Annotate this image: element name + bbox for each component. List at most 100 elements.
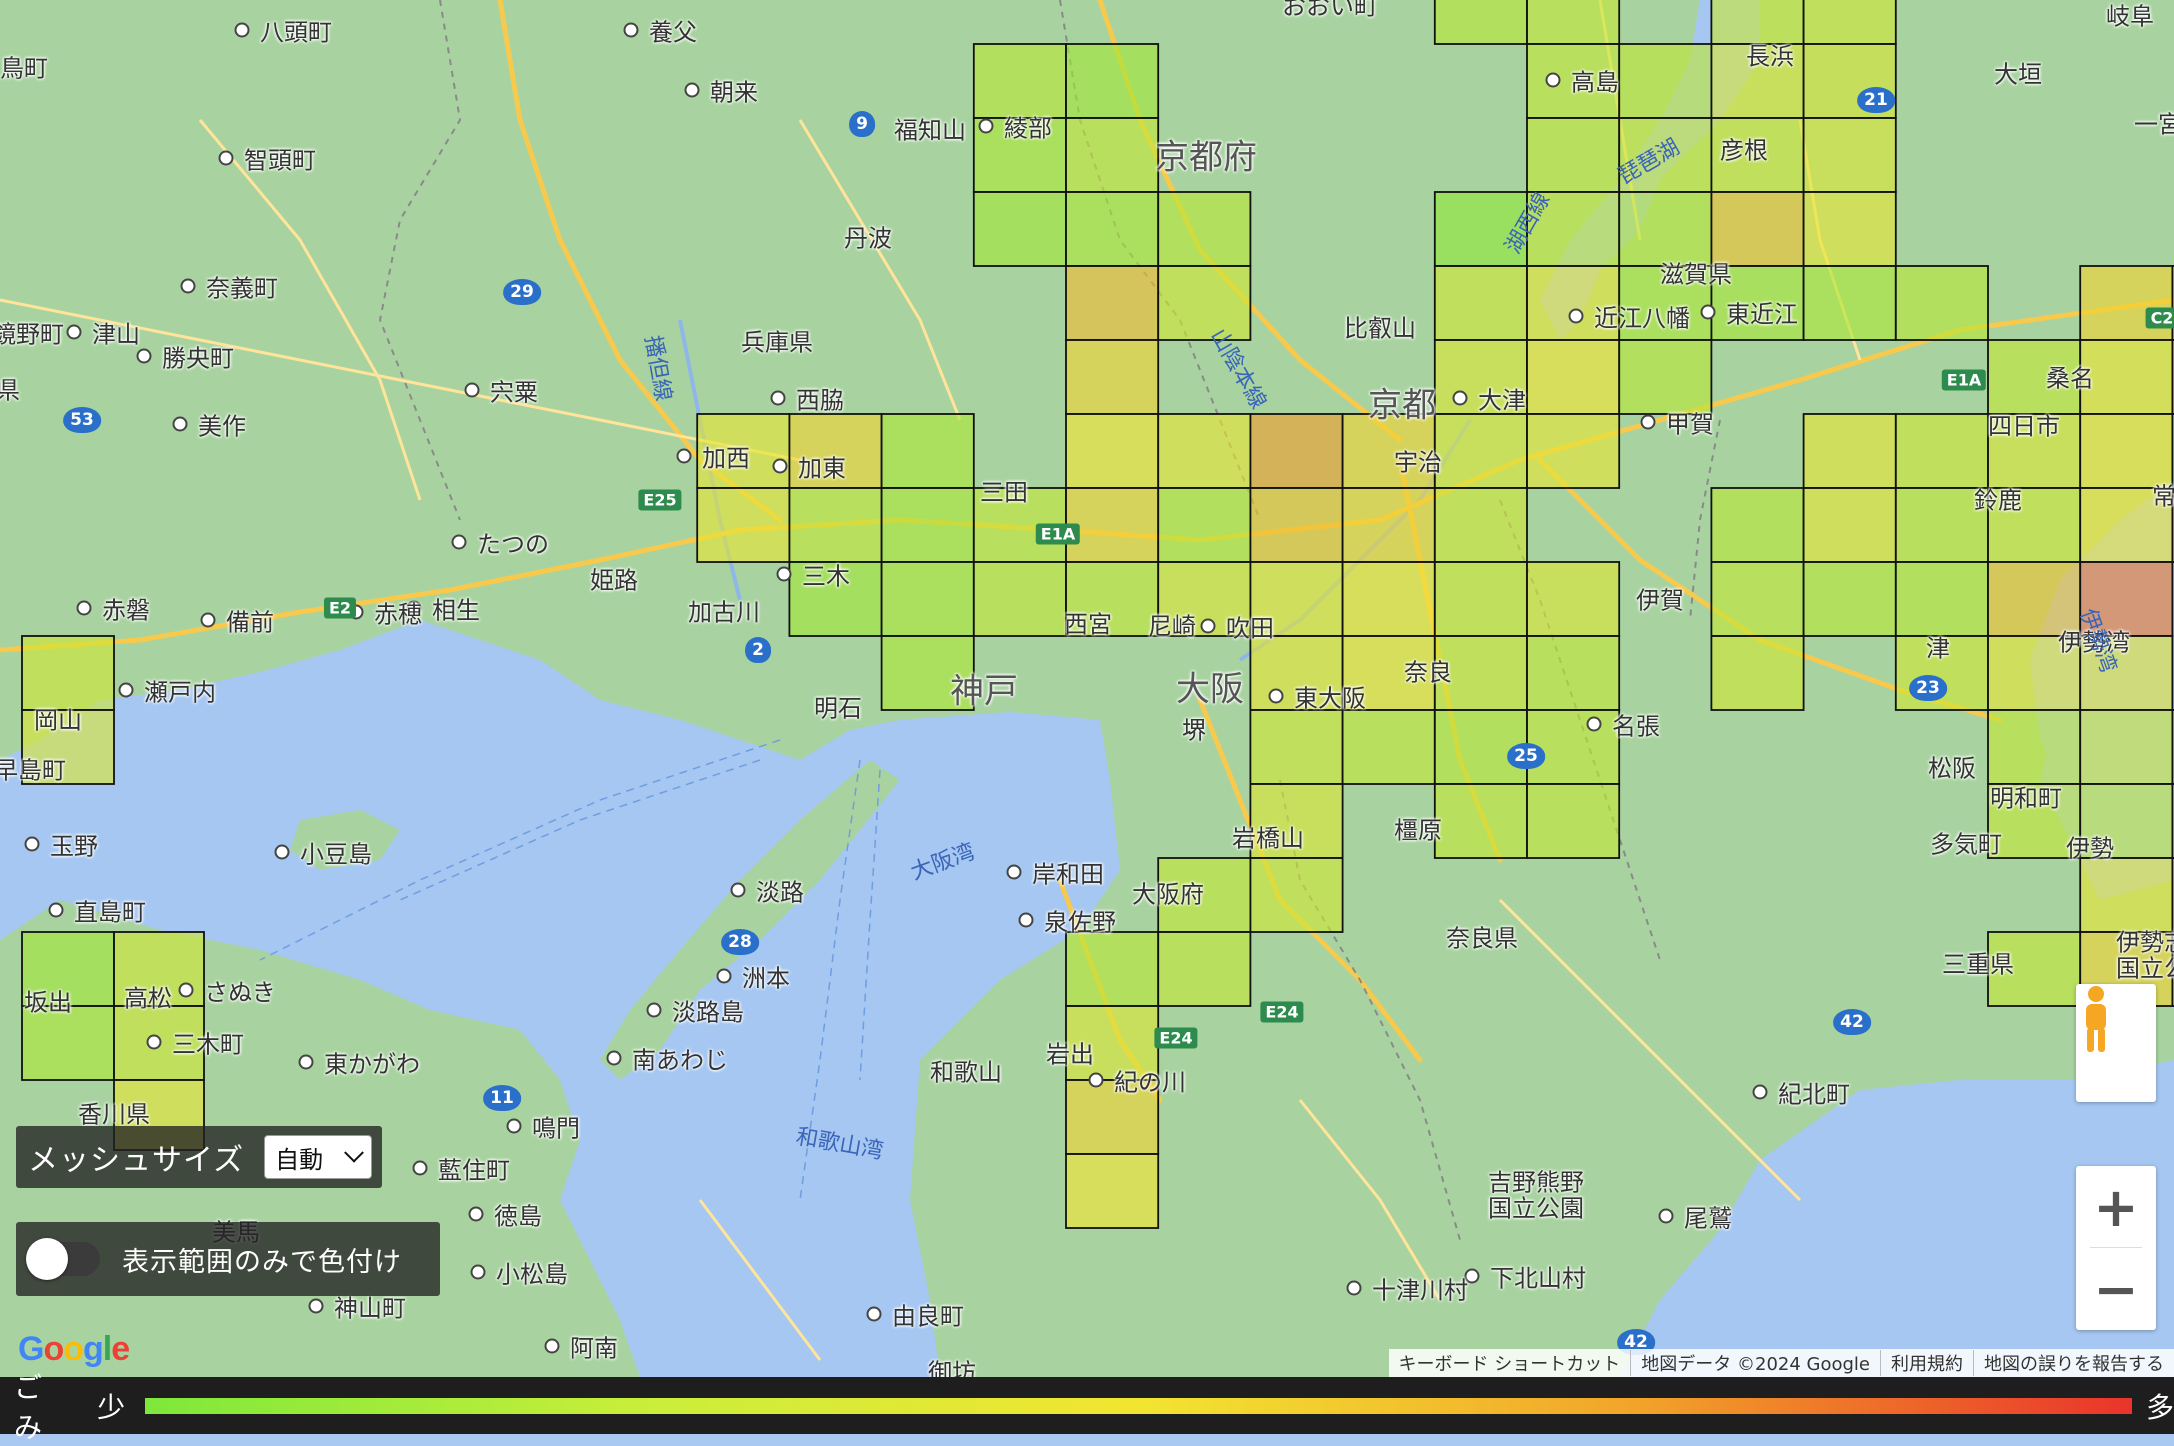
city-marker (776, 566, 792, 582)
mesh-cell[interactable] (880, 413, 975, 489)
mesh-cell[interactable] (696, 487, 791, 563)
expressway-shield-icon: E1A (1035, 523, 1081, 545)
mesh-cell[interactable] (1618, 43, 1713, 119)
mesh-cell[interactable] (1249, 487, 1344, 563)
city-marker (412, 1160, 428, 1176)
mesh-cell[interactable] (2079, 709, 2174, 785)
mesh-cell[interactable] (1433, 413, 1528, 489)
city-marker (146, 1034, 162, 1050)
mesh-cell[interactable] (1618, 339, 1713, 415)
mesh-cell[interactable] (1526, 339, 1621, 415)
zoom-out-button[interactable]: − (2076, 1248, 2156, 1330)
mesh-cell[interactable] (1433, 783, 1528, 859)
mesh-cell[interactable] (972, 561, 1067, 637)
city-label: 岐阜 (2106, 2, 2154, 31)
mesh-cell[interactable] (1157, 265, 1252, 341)
mesh-cell[interactable] (1433, 265, 1528, 341)
mesh-cell[interactable] (1433, 0, 1528, 45)
mesh-cell[interactable] (1157, 487, 1252, 563)
city-label: 尼崎 (1148, 612, 1196, 641)
mesh-cell[interactable] (1802, 191, 1897, 267)
mesh-cell[interactable] (2079, 339, 2174, 415)
mesh-cell[interactable] (1341, 561, 1436, 637)
city-marker (730, 882, 746, 898)
mesh-cell[interactable] (1065, 1153, 1160, 1229)
city-label: 西宮 (1064, 610, 1112, 639)
mesh-cell[interactable] (1249, 413, 1344, 489)
city-marker (770, 390, 786, 406)
city-label: 津山 (92, 320, 140, 349)
mesh-cell[interactable] (1802, 117, 1897, 193)
city-marker (684, 82, 700, 98)
mesh-cell[interactable] (1710, 487, 1805, 563)
mesh-cell[interactable] (1433, 561, 1528, 637)
mesh-cell[interactable] (1802, 413, 1897, 489)
city-marker (1346, 1280, 1362, 1296)
mesh-cell[interactable] (1526, 561, 1621, 637)
mesh-cell[interactable] (880, 561, 975, 637)
map-canvas[interactable]: 八頭町 養父 おおい町 岐阜 朝来 綾部 福知山 高島 長浜 大垣 一宮 智頭町 彦根 丹波 奈義町 鏡野町津… (0, 0, 2174, 1377)
city-label: 赤磐 (102, 596, 150, 625)
mesh-cell[interactable] (2079, 857, 2174, 933)
city-label: 奈良 (1404, 658, 1452, 687)
mesh-cell[interactable] (1526, 635, 1621, 711)
mesh-cell[interactable] (2079, 265, 2174, 341)
mesh-cell[interactable] (1065, 43, 1160, 119)
mesh-cell[interactable] (1249, 857, 1344, 933)
mesh-cell[interactable] (1433, 487, 1528, 563)
mesh-cell[interactable] (1710, 561, 1805, 637)
mesh-cell[interactable] (1157, 931, 1252, 1007)
mesh-cell[interactable] (21, 635, 115, 711)
city-label: 綾部 (1004, 114, 1052, 143)
mesh-cell[interactable] (1065, 487, 1160, 563)
mesh-size-select[interactable]: 自動 (264, 1135, 373, 1179)
mesh-cell[interactable] (1157, 191, 1252, 267)
city-label: 奈良県 (1446, 924, 1518, 953)
city-label: 明石 (814, 694, 862, 723)
mesh-cell[interactable] (1065, 931, 1160, 1007)
mesh-cell[interactable] (1894, 561, 1989, 637)
mesh-cell[interactable] (1526, 413, 1621, 489)
mesh-cell[interactable] (1802, 0, 1897, 45)
mesh-cell[interactable] (1526, 0, 1621, 45)
mesh-cell[interactable] (880, 487, 975, 563)
street-view-pegman-button[interactable] (2076, 984, 2156, 1102)
mesh-cell[interactable] (1987, 709, 2082, 785)
mesh-cell[interactable] (1710, 635, 1805, 711)
mesh-cell[interactable] (1065, 117, 1160, 193)
visible-range-toggle[interactable] (26, 1238, 100, 1280)
city-marker (506, 1118, 522, 1134)
mesh-cell[interactable] (1249, 709, 1344, 785)
expressway-shield-icon: E24 (1154, 1027, 1198, 1049)
city-label: 勝央町 (162, 344, 234, 373)
mesh-cell[interactable] (1065, 265, 1160, 341)
terms-link[interactable]: 利用規約 (1880, 1350, 1973, 1376)
city-marker (178, 982, 194, 998)
mesh-cell[interactable] (1894, 265, 1989, 341)
mesh-cell[interactable] (1526, 117, 1621, 193)
city-marker (234, 22, 250, 38)
mesh-cell[interactable] (1802, 265, 1897, 341)
mesh-cell[interactable] (1065, 339, 1160, 415)
mesh-cell[interactable] (1526, 783, 1621, 859)
mesh-cell[interactable] (1894, 413, 1989, 489)
mesh-cell[interactable] (972, 191, 1067, 267)
city-marker (1088, 1072, 1104, 1088)
mesh-cell[interactable] (1341, 709, 1436, 785)
city-label: 岩出 (1046, 1040, 1094, 1069)
toggle-knob (26, 1238, 68, 1280)
zoom-in-button[interactable]: + (2076, 1166, 2156, 1248)
city-label: 名張 (1612, 712, 1660, 741)
mesh-cell[interactable] (1802, 487, 1897, 563)
keyboard-shortcuts-link[interactable]: キーボード ショートカット (1389, 1350, 1631, 1376)
expressway-shield-icon: C2 (2145, 307, 2174, 329)
mesh-cell[interactable] (1157, 413, 1252, 489)
mesh-cell[interactable] (1341, 487, 1436, 563)
mesh-cell[interactable] (972, 43, 1067, 119)
mesh-cell[interactable] (1065, 413, 1160, 489)
mesh-cell[interactable] (1802, 561, 1897, 637)
mesh-cell[interactable] (788, 487, 883, 563)
report-error-link[interactable]: 地図の誤りを報告する (1973, 1350, 2174, 1376)
mesh-cell[interactable] (1065, 191, 1160, 267)
city-marker (451, 534, 467, 550)
